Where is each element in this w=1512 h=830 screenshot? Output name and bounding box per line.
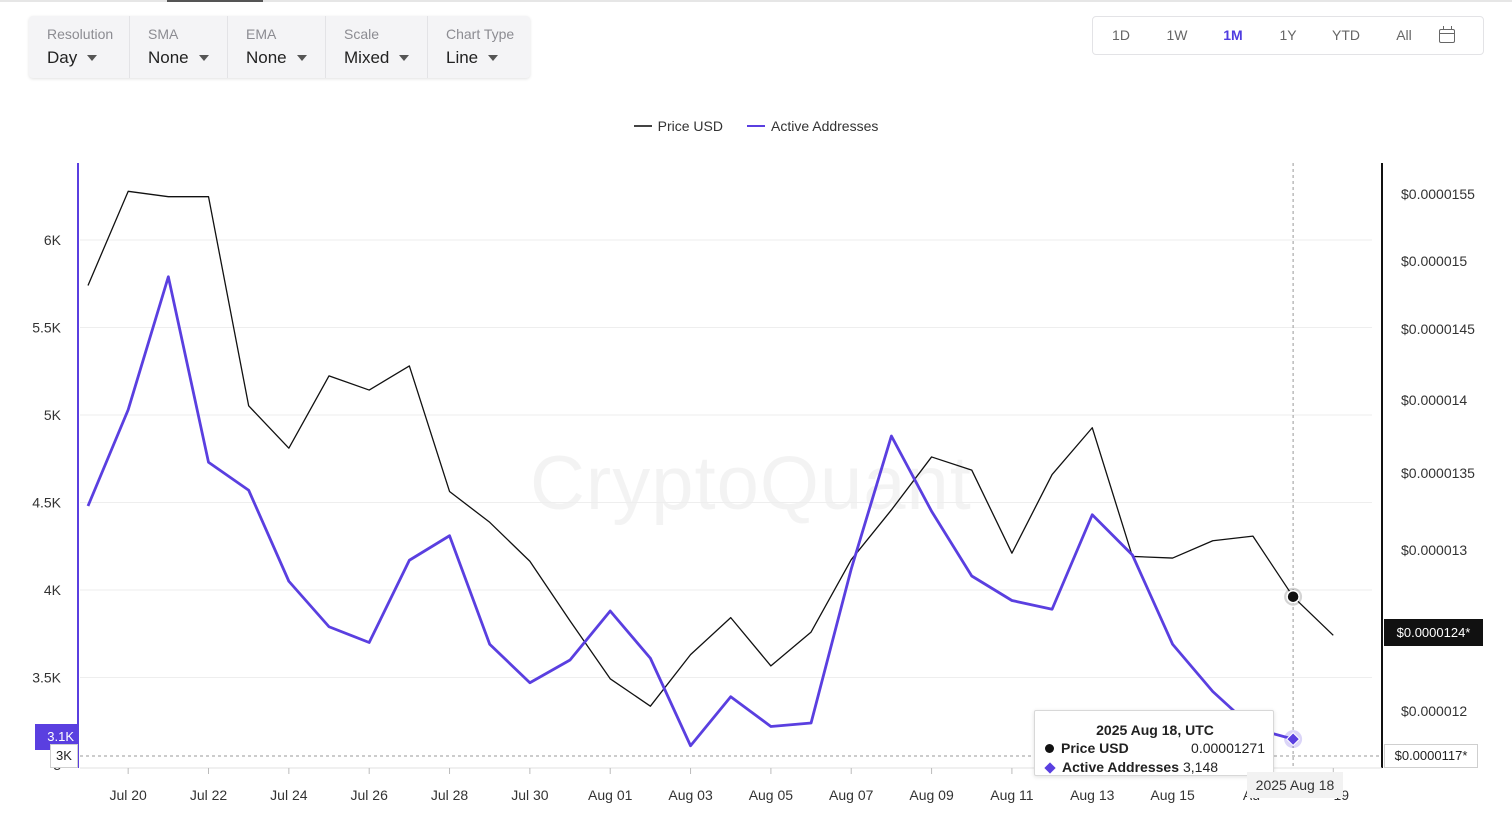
x-tick-label: Aug 11 bbox=[990, 787, 1034, 803]
crosshair-axis-badge-right: $0.0000117* bbox=[1384, 744, 1478, 768]
series-price-line bbox=[87, 190, 1334, 707]
x-tick-label: Aug 05 bbox=[749, 787, 794, 803]
left-y-tick-label: 6K bbox=[44, 232, 62, 248]
left-y-tick-label: 4.5K bbox=[32, 495, 61, 511]
x-tick-label: Jul 28 bbox=[431, 787, 469, 803]
x-tick-label: Jul 22 bbox=[190, 787, 228, 803]
x-tick-label: Aug 07 bbox=[829, 787, 874, 803]
tooltip-aa-value: 3,148 bbox=[1182, 759, 1219, 775]
x-tick-label: Aug 15 bbox=[1150, 787, 1195, 803]
x-tick-label: Aug 09 bbox=[909, 787, 954, 803]
right-y-tick-label: $0.000015 bbox=[1401, 253, 1467, 269]
x-tick-label: Jul 24 bbox=[270, 787, 308, 803]
right-y-tick-label: $0.000012 bbox=[1401, 703, 1467, 719]
tooltip-price-label: Price USD bbox=[1061, 740, 1129, 756]
x-tick-label: Aug 01 bbox=[588, 787, 633, 803]
chart-tooltip: 2025 Aug 18, UTC Price USD 0.00001271 Ac… bbox=[1034, 710, 1274, 776]
tooltip-title: 2025 Aug 18, UTC bbox=[1096, 722, 1214, 738]
right-y-tick-label: $0.0000145 bbox=[1401, 321, 1475, 337]
tooltip-aa-label: Active Addresses bbox=[1062, 759, 1179, 775]
x-tick-label: Jul 30 bbox=[511, 787, 549, 803]
active-addresses-diamond-icon bbox=[1044, 761, 1056, 774]
price-hover-point bbox=[1286, 589, 1300, 604]
crosshair-axis-badge-left: 3K bbox=[50, 744, 78, 768]
x-tick-label: Aug 13 bbox=[1070, 787, 1115, 803]
x-tick-label: Aug 03 bbox=[668, 787, 713, 803]
crosshair-date-badge: 2025 Aug 18 bbox=[1247, 772, 1343, 798]
left-y-tick-label: 5.5K bbox=[32, 320, 61, 336]
tooltip-price-value: 0.00001271 bbox=[1191, 740, 1265, 756]
price-dot-icon bbox=[1045, 744, 1054, 753]
right-y-tick-label: $0.000013 bbox=[1401, 542, 1467, 558]
right-y-tick-label: $0.0000135 bbox=[1401, 465, 1475, 481]
left-y-tick-label: 5K bbox=[44, 407, 62, 423]
chart-svg[interactable]: Jul 20 Jul 22 Jul 24 Jul 26 Jul 28 Jul 30 Aug … bbox=[0, 0, 1512, 830]
x-tick-label: Jul 26 bbox=[351, 787, 389, 803]
right-y-tick-label: $0.000014 bbox=[1401, 392, 1467, 408]
left-y-tick-label: 4K bbox=[44, 582, 62, 598]
left-y-tick-label: 3.5K bbox=[32, 670, 61, 686]
crosshair-price-badge: $0.0000124* bbox=[1384, 619, 1483, 646]
x-tick-label: Jul 20 bbox=[109, 787, 147, 803]
series-active-addresses-line bbox=[86, 275, 1294, 748]
right-y-tick-label: $0.0000155 bbox=[1401, 186, 1475, 202]
